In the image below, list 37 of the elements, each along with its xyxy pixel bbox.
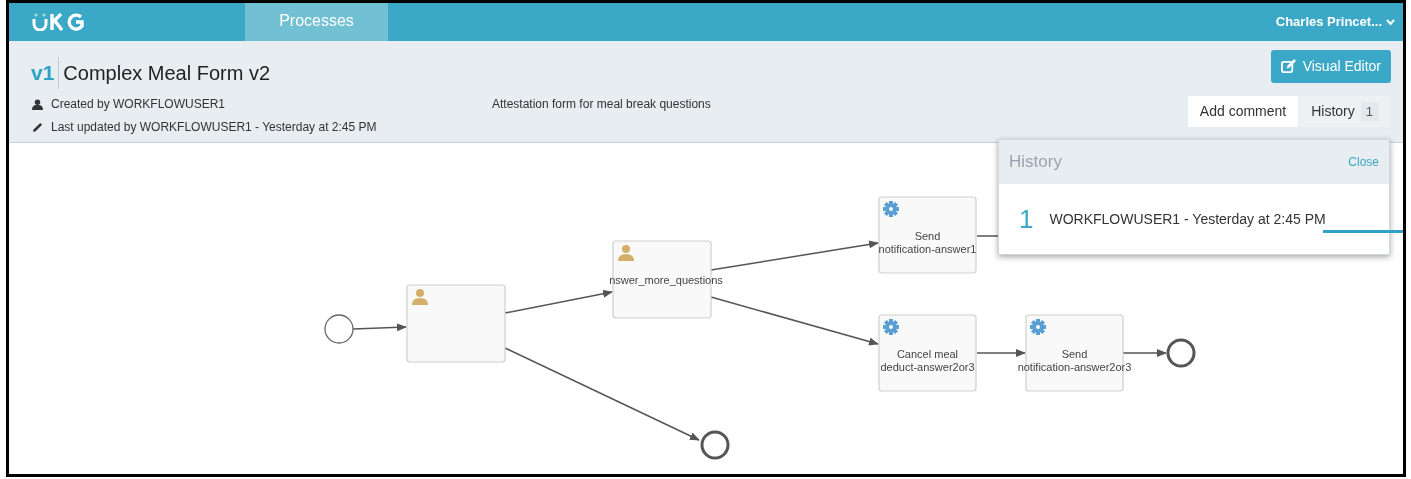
task-label: Cancel meal xyxy=(896,348,959,360)
process-title: Complex Meal Form v2 xyxy=(62,60,271,86)
flow-arrow xyxy=(976,349,1026,357)
end-event xyxy=(700,430,730,460)
chevron-down-icon xyxy=(1386,18,1395,26)
start-event xyxy=(324,314,354,344)
flow-arrow xyxy=(352,323,407,332)
task-label: deduct-answer2or3 xyxy=(880,361,975,373)
visual-editor-button[interactable]: Visual Editor xyxy=(1270,50,1391,83)
end-event xyxy=(1166,338,1196,368)
task-label: notification-answer1 xyxy=(878,243,977,255)
task-label: Send xyxy=(1061,348,1088,360)
task-label: nswer_more_questions xyxy=(609,273,723,286)
panel-tab[interactable]: Add comment xyxy=(1187,96,1300,127)
history-entry-text: WORKFLOWUSER1 - Yesterday at 2:45 PM xyxy=(1049,209,1326,229)
task-label: notification-answer2or3 xyxy=(1017,361,1132,373)
popup-title: History xyxy=(1009,151,1062,174)
user-icon xyxy=(32,98,43,110)
gear-icon xyxy=(883,319,899,335)
flow-arrow xyxy=(1122,349,1167,357)
panel-tab[interactable]: History 1 xyxy=(1299,96,1391,127)
entry-number: 1 xyxy=(1019,202,1034,236)
pencil-icon xyxy=(32,121,43,133)
gear-icon xyxy=(1030,319,1046,335)
user-icon xyxy=(412,289,428,305)
version-label: v1 xyxy=(31,57,60,89)
count-badge: 1 xyxy=(1360,101,1378,122)
edit-icon xyxy=(1280,59,1296,74)
task-label: Send xyxy=(914,230,941,242)
last-updated-text: Last updated by WORKFLOWUSER1 - Yesterday at 2:45 PM xyxy=(51,119,377,136)
user-menu[interactable]: Charles Princet... xyxy=(1275,3,1403,41)
close-link[interactable]: Close xyxy=(1348,153,1379,171)
nav-tab[interactable]: Processes xyxy=(245,3,388,41)
created-by-text: Created by WORKFLOWUSER1 xyxy=(51,96,226,113)
gear-icon xyxy=(883,201,899,217)
description-text: Attestation form for meal break questions xyxy=(492,96,711,113)
user-icon xyxy=(618,245,634,261)
